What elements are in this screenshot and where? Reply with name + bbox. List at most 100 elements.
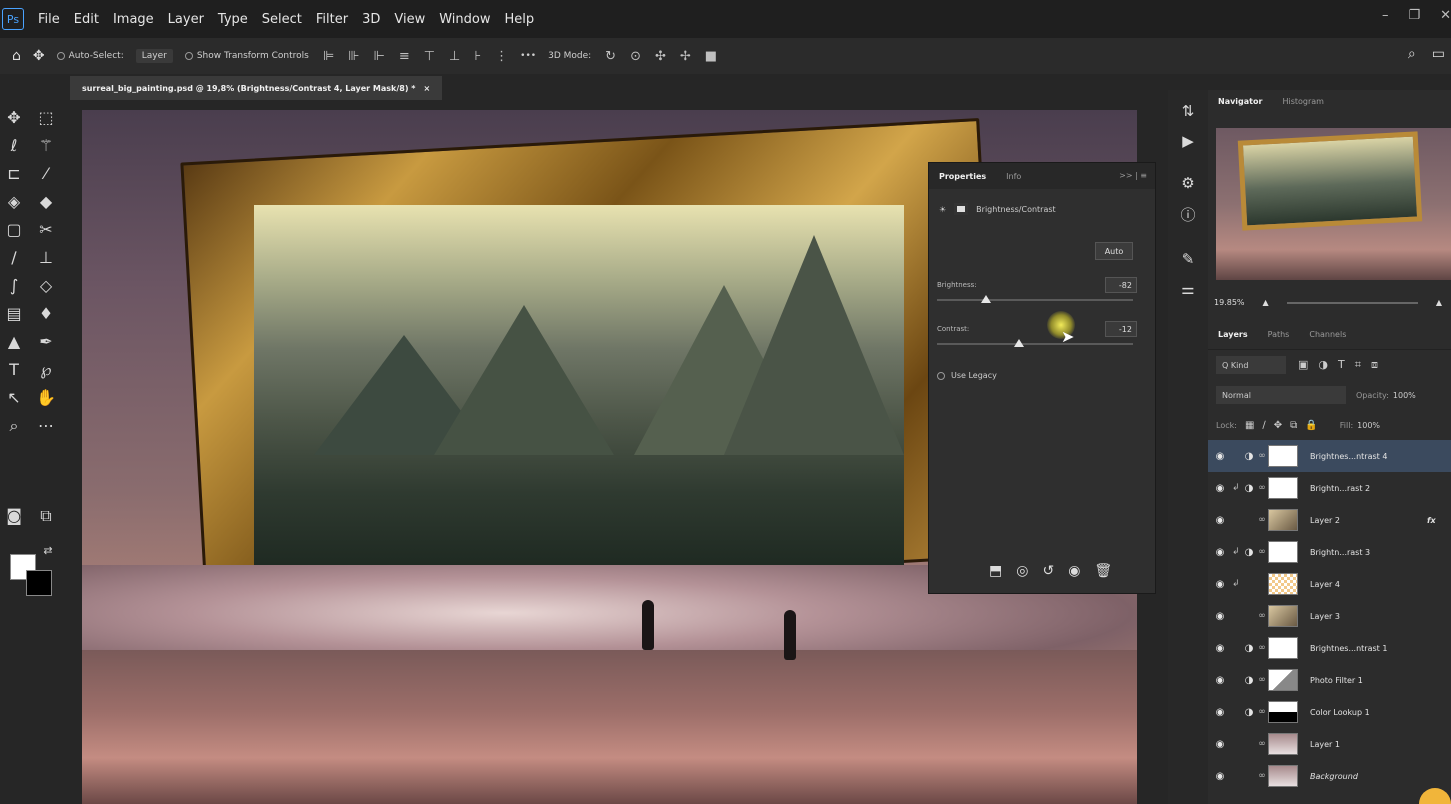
zoom-slider[interactable] [1286,301,1418,304]
lock-position-icon[interactable]: ✥ [1274,420,1282,431]
move-tool-icon[interactable]: ✥ [2,108,26,127]
tab-info[interactable]: Info [996,172,1031,181]
layer-name[interactable]: Layer 2 [1310,516,1427,525]
lock-transparent-icon[interactable]: ▦ [1245,420,1254,431]
visibility-eye-icon[interactable]: ◉ [1208,771,1232,782]
smart-object-filter-icon[interactable]: ⧈ [1371,358,1378,372]
tab-paths[interactable]: Paths [1258,330,1300,339]
layer-name[interactable]: Brightn...rast 2 [1310,484,1451,493]
auto-button[interactable]: Auto [1095,242,1133,260]
layer-thumbnail[interactable] [1268,701,1298,723]
brush-tool-icon[interactable]: ∕ [2,248,26,267]
scissors-icon[interactable]: ✂ [34,220,58,239]
eraser-icon[interactable]: ◇ [34,276,58,295]
swap-colors-icon[interactable]: ⇄ [36,544,60,557]
layer-row[interactable]: ◉ ∞ Layer 2 fx [1208,504,1451,536]
visibility-icon[interactable]: ◉ [1068,563,1080,579]
more-tools-icon[interactable]: ⋯ [34,416,58,435]
align-bottom-icon[interactable]: ⊦ [474,49,481,64]
menu-layer[interactable]: Layer [168,12,204,27]
use-legacy-checkbox[interactable] [937,371,945,380]
zoom-in-icon[interactable]: ▲ [1436,298,1442,307]
actions-play-icon[interactable]: ▶ [1176,132,1200,150]
align-middle-icon[interactable]: ⊥ [449,49,460,64]
gradient-tool-icon[interactable]: ▤ [2,304,26,323]
tab-properties[interactable]: Properties [929,172,996,181]
document-tab[interactable]: surreal_big_painting.psd @ 19,8% (Bright… [70,76,443,100]
workspace-icon[interactable]: ▭ [1432,46,1445,62]
visibility-eye-icon[interactable]: ◉ [1208,707,1232,718]
eyedropper-icon[interactable]: ⁄ [34,164,58,183]
layer-thumbnail[interactable] [1268,669,1298,691]
layer-name[interactable]: Color Lookup 1 [1310,708,1451,717]
lock-pixels-icon[interactable]: ∕ [1262,420,1265,431]
layer-row[interactable]: ◉ ∞ Background [1208,760,1451,792]
slide-3d-icon[interactable]: ✢ [680,49,691,64]
zoom-out-icon[interactable]: ▲ [1263,298,1269,307]
layer-thumbnail[interactable] [1268,541,1298,563]
mask-link-icon[interactable]: ∞ [1256,515,1268,525]
layer-thumbnail[interactable] [1268,573,1298,595]
layer-row[interactable]: ◉ ↲ Layer 4 [1208,568,1451,600]
healing-brush-icon[interactable]: ◈ [2,192,26,211]
align-right-icon[interactable]: ⊩ [373,49,384,64]
visibility-eye-icon[interactable]: ◉ [1208,579,1232,590]
layer-row[interactable]: ◉ ↲ ◑ ∞ Brightn...rast 3 [1208,536,1451,568]
view-previous-icon[interactable]: ◎ [1016,563,1028,579]
layer-thumbnail[interactable] [1268,477,1298,499]
mask-link-icon[interactable]: ∞ [1256,483,1268,493]
brightness-value-field[interactable]: -82 [1105,277,1137,293]
menu-filter[interactable]: Filter [316,12,348,27]
path-select-icon[interactable]: ↖ [2,388,26,407]
zoom-tool-icon[interactable]: ⌕ [2,416,26,436]
menu-select[interactable]: Select [262,12,302,27]
photoshop-logo[interactable]: Ps [2,8,24,30]
opacity-value[interactable]: 100% [1393,391,1416,400]
visibility-eye-icon[interactable]: ◉ [1208,643,1232,654]
document-close-icon[interactable]: × [423,84,430,93]
mask-link-icon[interactable]: ∞ [1256,739,1268,749]
search-icon[interactable]: ⌕ [1408,46,1416,62]
layer-thumbnail[interactable] [1268,765,1298,787]
layer-thumbnail[interactable] [1268,605,1298,627]
panel-collapse-icon[interactable]: >> | ≡ [1119,171,1147,180]
tab-histogram[interactable]: Histogram [1272,97,1334,106]
distribute-vertical-icon[interactable]: ⋮ [495,49,508,64]
menu-edit[interactable]: Edit [74,12,99,27]
contrast-slider-thumb[interactable] [1014,339,1025,347]
restore-icon[interactable]: ❐ [1408,8,1420,23]
layer-name[interactable]: Layer 4 [1310,580,1451,589]
quick-mask-icon[interactable]: ◙ [2,506,26,525]
show-transform-checkbox[interactable] [184,52,193,60]
magic-wand-icon[interactable]: ⚚ [34,136,58,155]
adjustments-icon[interactable]: ⚌ [1176,280,1200,298]
lock-all-icon[interactable]: 🔒 [1305,420,1317,431]
layer-row[interactable]: ◉ ◑ ∞ Color Lookup 1 [1208,696,1451,728]
background-color-swatch[interactable] [26,570,52,596]
visibility-eye-icon[interactable]: ◉ [1208,483,1232,494]
layer-row[interactable]: ◉ ∞ Layer 3 [1208,600,1451,632]
layer-name[interactable]: Brightnes...ntrast 1 [1310,644,1451,653]
layer-name[interactable]: Background [1310,772,1451,781]
orbit-3d-icon[interactable]: ↻ [605,49,616,64]
show-transform-toggle[interactable]: Show Transform Controls [184,51,309,61]
blend-mode-dropdown[interactable]: Normal [1216,386,1346,404]
mask-link-icon[interactable]: ∞ [1256,707,1268,717]
layer-row[interactable]: ◉ ◑ ∞ Photo Filter 1 [1208,664,1451,696]
layer-name[interactable]: Brightnes...ntrast 4 [1310,452,1451,461]
pen-tool-icon[interactable]: ✒ [34,332,58,351]
lock-artboard-icon[interactable]: ⧉ [1290,420,1297,431]
align-top-icon[interactable]: ⊤ [424,49,435,64]
align-center-icon[interactable]: ⊪ [348,49,359,64]
distribute-icon[interactable]: ≡ [399,49,410,64]
menu-help[interactable]: Help [505,12,535,27]
move-tool-icon[interactable]: ✥ [33,48,45,64]
auto-select-toggle[interactable]: Auto-Select: [56,51,124,61]
layer-row[interactable]: ◉ ◑ ∞ Brightnes...ntrast 4 [1208,440,1451,472]
auto-select-checkbox[interactable] [56,52,65,60]
mask-link-icon[interactable]: ∞ [1256,611,1268,621]
contrast-track[interactable] [937,343,1133,345]
layer-thumbnail[interactable] [1268,445,1298,467]
layer-row[interactable]: ◉ ↲ ◑ ∞ Brightn...rast 2 [1208,472,1451,504]
use-legacy-option[interactable]: Use Legacy [937,371,997,380]
